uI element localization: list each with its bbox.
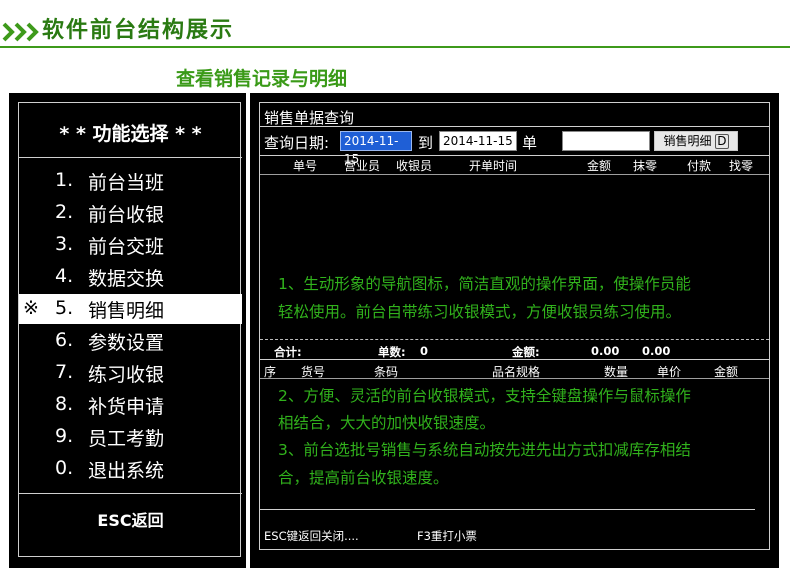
menu-item-number: 7. bbox=[55, 361, 74, 383]
line-header-divider bbox=[260, 378, 769, 379]
bill-count-label: 单数: bbox=[378, 345, 406, 359]
status-f3-reprint: F3重打小票 bbox=[417, 529, 477, 543]
menu-item-exit[interactable]: 0. 退出系统 bbox=[19, 454, 242, 484]
section-subtitle: 查看销售记录与明细 bbox=[176, 68, 348, 90]
summary-divider-top bbox=[260, 339, 769, 340]
feature-note-1: 1、生动形象的导航图标，简洁直观的操作界面，使操作员能 bbox=[278, 275, 691, 293]
page-title: 软件前台结构展示 bbox=[42, 18, 235, 43]
amount-value: 0.00 bbox=[591, 344, 620, 358]
header-divider bbox=[0, 46, 790, 48]
col-salesperson: 营业员 bbox=[344, 159, 381, 173]
sales-query-panel: 销售单据查询 查询日期: 2014-11-15 到 2014-11-15 单 销… bbox=[250, 93, 779, 568]
col-cashier: 收银员 bbox=[396, 159, 433, 173]
double-chevron-icon bbox=[2, 22, 39, 42]
col-amount: 金额 bbox=[587, 159, 612, 173]
feature-note-2-cont: 相结合，大大的加快收银速度。 bbox=[278, 414, 496, 432]
summary-divider-bottom bbox=[260, 359, 769, 360]
menu-item-label: 销售明细 bbox=[88, 300, 165, 322]
function-menu: * * 功能选择 * * 1. 前台当班 2. 前台收银 3. 前台交班 4. … bbox=[18, 102, 242, 557]
menu-item-shift-start[interactable]: 1. 前台当班 bbox=[19, 166, 242, 196]
window-title-divider bbox=[260, 126, 769, 127]
hotkey-d: D bbox=[715, 134, 729, 149]
menu-item-number: 8. bbox=[55, 393, 74, 415]
page-header: 软件前台结构展示 bbox=[0, 0, 790, 60]
menu-item-label: 前台当班 bbox=[88, 172, 165, 194]
menu-title: * * 功能选择 * * bbox=[59, 123, 202, 145]
feature-note-3-cont: 合，提高前台收银速度。 bbox=[278, 469, 449, 487]
col-payment: 付款 bbox=[687, 159, 712, 173]
status-esc-close: ESC键返回关闭.... bbox=[264, 529, 359, 543]
feature-note-3: 3、前台选批号销售与系统自动按先进先出方式扣减库存相结 bbox=[278, 441, 691, 459]
esc-back-button[interactable]: ESC返回 bbox=[19, 507, 242, 531]
menu-item-settings[interactable]: 6. 参数设置 bbox=[19, 326, 242, 356]
menu-item-number: 4. bbox=[55, 265, 74, 287]
menu-item-sales-detail[interactable]: ※ 5. 销售明细 bbox=[19, 294, 242, 324]
date-from-field[interactable]: 2014-11-15 bbox=[340, 131, 412, 166]
menu-item-number: 6. bbox=[55, 329, 74, 351]
col-bill-no: 单号 bbox=[293, 159, 318, 173]
menu-item-shift-handover[interactable]: 3. 前台交班 bbox=[19, 230, 242, 260]
menu-item-cashier[interactable]: 2. 前台收银 bbox=[19, 198, 242, 228]
menu-item-label: 数据交换 bbox=[88, 268, 165, 290]
date-to-label: 到 bbox=[418, 134, 434, 152]
bill-count-value: 0 bbox=[420, 344, 429, 358]
bill-header-divider bbox=[260, 174, 769, 175]
menu-item-restock-request[interactable]: 8. 补货申请 bbox=[19, 390, 242, 420]
window-title: 销售单据查询 bbox=[264, 109, 355, 127]
menu-item-label: 前台交班 bbox=[88, 236, 165, 258]
date-to-field[interactable]: 2014-11-15 bbox=[439, 131, 517, 151]
rounding-value: 0.00 bbox=[642, 344, 671, 358]
sales-query-window: 销售单据查询 查询日期: 2014-11-15 到 2014-11-15 单 销… bbox=[259, 102, 770, 550]
amount-label: 金额: bbox=[512, 345, 540, 359]
col-rounding: 抹零 bbox=[633, 159, 658, 173]
menu-item-number: 5. bbox=[55, 297, 74, 319]
footer-divider bbox=[260, 509, 755, 510]
bill-label: 单 bbox=[522, 134, 538, 152]
filter-divider bbox=[260, 155, 769, 156]
menu-item-attendance[interactable]: 9. 员工考勤 bbox=[19, 422, 242, 452]
menu-item-label: 参数设置 bbox=[88, 332, 165, 354]
menu-item-label: 前台收银 bbox=[88, 204, 165, 226]
sales-detail-button-label: 销售明细 bbox=[663, 134, 712, 148]
menu-item-number: 3. bbox=[55, 233, 74, 255]
feature-note-2: 2、方便、灵活的前台收银模式，支持全键盘操作与鼠标操作 bbox=[278, 387, 691, 405]
total-label: 合计: bbox=[274, 345, 302, 359]
menu-item-label: 补货申请 bbox=[88, 396, 165, 418]
menu-item-number: 9. bbox=[55, 425, 74, 447]
bill-number-field[interactable] bbox=[562, 131, 650, 151]
menu-item-label: 退出系统 bbox=[88, 460, 165, 482]
menu-item-number: 2. bbox=[55, 201, 74, 223]
date-label: 查询日期: bbox=[264, 134, 330, 152]
feature-note-1-cont: 轻松使用。前台自带练习收银模式，方便收银员练习使用。 bbox=[278, 303, 682, 321]
menu-item-data-exchange[interactable]: 4. 数据交换 bbox=[19, 262, 242, 292]
menu-item-number: 1. bbox=[55, 169, 74, 191]
selection-mark: ※ bbox=[23, 297, 39, 319]
sales-detail-button[interactable]: 销售明细 D bbox=[654, 131, 738, 151]
menu-item-label: 员工考勤 bbox=[88, 428, 165, 450]
col-open-time: 开单时间 bbox=[469, 159, 518, 173]
function-menu-panel: * * 功能选择 * * 1. 前台当班 2. 前台收银 3. 前台交班 4. … bbox=[9, 93, 246, 568]
menu-title-divider bbox=[19, 157, 242, 158]
menu-item-number: 0. bbox=[55, 457, 74, 479]
menu-item-practice[interactable]: 7. 练习收银 bbox=[19, 358, 242, 388]
menu-footer-divider bbox=[19, 493, 242, 494]
menu-item-label: 练习收银 bbox=[88, 364, 165, 386]
col-change: 找零 bbox=[729, 159, 754, 173]
